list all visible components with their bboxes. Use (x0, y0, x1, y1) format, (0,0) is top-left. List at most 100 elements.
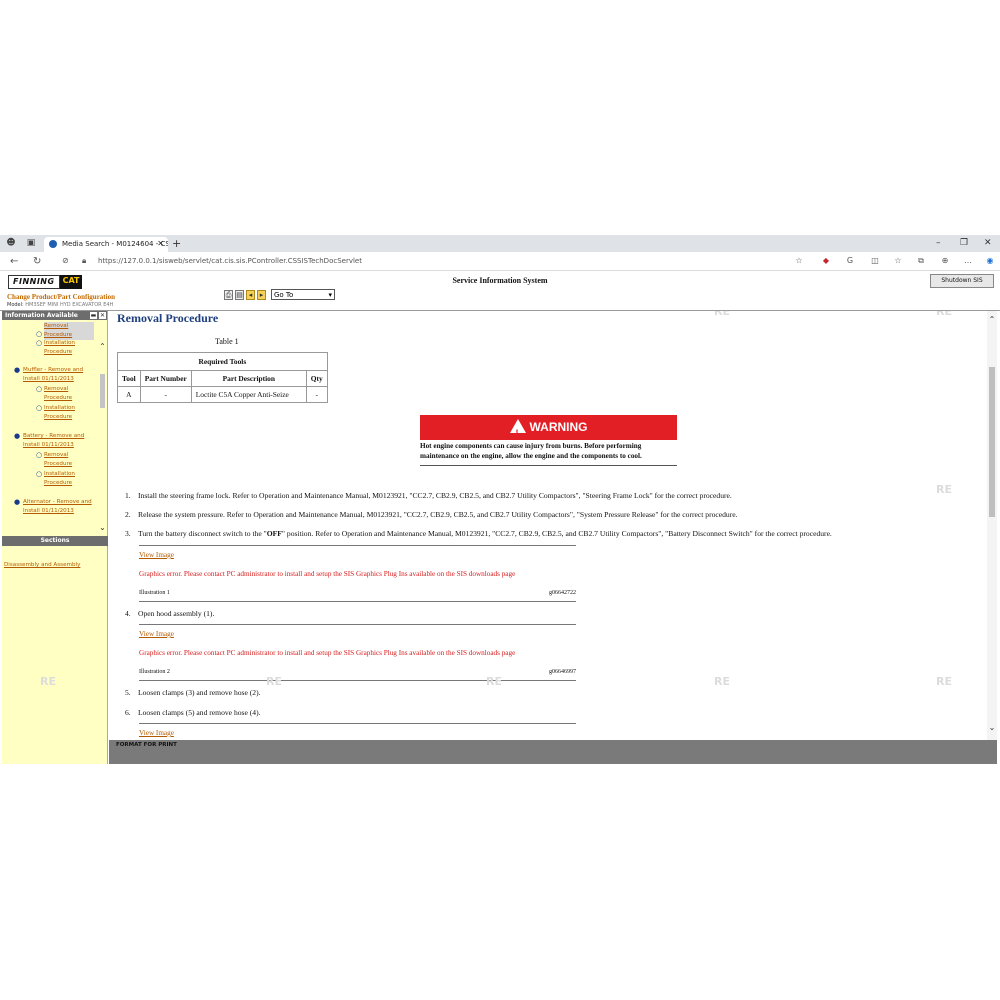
warning-banner: ! WARNING (420, 415, 677, 440)
window-close-icon[interactable]: ✕ (984, 238, 992, 248)
pane-minimize-icon[interactable]: ▬ (90, 312, 97, 319)
view-image-link[interactable]: View Image (139, 551, 174, 559)
view-image-link[interactable]: View Image (139, 729, 174, 737)
watermark: RE (486, 675, 502, 688)
content-scrollbar[interactable]: ⌃ ⌄ (987, 311, 997, 740)
tree-item[interactable]: Battery - Remove and Install 01/11/2013 (23, 432, 91, 450)
change-configuration-link[interactable]: Change Product/Part Configuration (7, 293, 115, 301)
illustration-caption: Illustration 2 g06646997 (139, 669, 576, 681)
document-icon[interactable]: ▤ (235, 289, 244, 300)
tab-close-icon[interactable]: ✕ (157, 239, 164, 248)
scroll-up-icon[interactable]: ⌃ (987, 315, 997, 324)
tree-bullet: ● (14, 498, 21, 506)
procedure-step: 5. Loosen clamps (3) and remove hose (2). (125, 688, 261, 697)
profile-icon[interactable]: ☻ (6, 238, 16, 248)
warning-text: Hot engine components can cause injury f… (420, 442, 677, 466)
tree-scrollbar[interactable]: ⌃ ⌄ (98, 342, 107, 532)
extension-icon[interactable]: ◆ (821, 256, 831, 266)
illustration-label: Illustration 1 (139, 590, 170, 596)
watermark: RE (936, 311, 952, 318)
tree-item[interactable]: Removal Procedure (44, 385, 92, 403)
tree-bullet: ○ (36, 451, 43, 459)
column-header: Tool (117, 370, 141, 387)
watermark: RE (266, 675, 282, 688)
step-number: 5. (125, 688, 131, 697)
new-tab-icon[interactable]: + (172, 237, 181, 250)
model-label: Model: (7, 302, 24, 308)
tree-item[interactable]: Removal Procedure (44, 322, 94, 340)
site-info-icon[interactable]: ⊘ (62, 256, 69, 265)
refresh-icon[interactable]: ↻ (33, 256, 41, 267)
model-value: HM3SEF MINI HYD EXCAVATOR E4H (25, 302, 114, 308)
scroll-down-icon[interactable]: ⌄ (98, 523, 107, 532)
content-scroll-thumb[interactable] (989, 367, 995, 517)
more-menu-icon[interactable]: … (963, 256, 973, 266)
goto-select[interactable]: Go To ▾ (271, 289, 335, 300)
tree-bullet: ● (14, 432, 21, 440)
warning-triangle-icon: ! (509, 419, 526, 438)
scroll-down-icon[interactable]: ⌄ (987, 723, 997, 732)
table-cell: Loctite C5A Copper Anti-Seize (190, 386, 307, 403)
print-icon[interactable]: ⎙ (224, 289, 233, 300)
tree-bullet: ○ (36, 385, 43, 393)
watermark: RE (714, 311, 730, 318)
browser-tab-bar: ☻ ▣ Media Search - M0124604 - CS... ✕ + … (0, 235, 1000, 252)
watermark: RE (40, 675, 56, 688)
tree-scroll-thumb[interactable] (100, 374, 105, 408)
reload-extension-icon[interactable]: G (845, 256, 855, 266)
back-icon[interactable]: ← (10, 256, 18, 267)
illustration-code: g06646997 (549, 669, 576, 675)
scroll-up-icon[interactable]: ⌃ (98, 342, 107, 351)
page-title: Removal Procedure (117, 311, 219, 325)
favorites-icon[interactable]: ☆ (893, 256, 903, 266)
procedure-step: 4. Open hood assembly (1). (125, 609, 214, 618)
pane-close-icon[interactable]: ✕ (99, 312, 106, 319)
minimize-icon[interactable]: – (936, 238, 941, 248)
previous-arrow-icon[interactable]: ◂ (246, 289, 255, 300)
next-arrow-icon[interactable]: ▸ (257, 289, 266, 300)
step-text: Open hood assembly (1). (138, 609, 215, 618)
tree-item[interactable]: Installation Procedure (44, 404, 92, 422)
tab-title: Media Search - M0124604 - CS... (62, 240, 168, 248)
information-available-header: Information Available ▬ ✕ (2, 311, 107, 320)
procedure-step: 2. Release the system pressure. Refer to … (125, 510, 738, 519)
illustration-label: Illustration 2 (139, 669, 170, 675)
restore-icon[interactable]: ❐ (960, 238, 968, 248)
graphics-error: Graphics error. Please contact PC admini… (139, 649, 516, 657)
step-text: Loosen clamps (3) and remove hose (2). (138, 688, 261, 697)
tree-item[interactable]: Muffler - Remove and Install 01/11/2013 (23, 366, 91, 384)
watermark: RE (936, 675, 952, 688)
table-cell: - (305, 386, 328, 403)
section-link[interactable]: Disassembly and Assembly (4, 562, 80, 568)
illustration-code: g06642722 (549, 590, 576, 596)
profile-sync-icon[interactable]: ⊕ (940, 256, 950, 266)
tree-bullet: ○ (36, 470, 43, 478)
required-tools-table: Required Tools Tool Part Number Part Des… (117, 352, 328, 403)
procedure-step: 6. Loosen clamps (5) and remove hose (4). (125, 708, 261, 717)
split-screen-icon[interactable]: ◫ (870, 256, 880, 266)
step-number: 6. (125, 708, 131, 717)
step-text-bold: OFF (266, 529, 282, 538)
illustration-caption: Illustration 1 g06642722 (139, 590, 576, 602)
table-cell: - (139, 386, 192, 403)
screenshot: ☻ ▣ Media Search - M0124604 - CS... ✕ + … (0, 235, 1000, 764)
browser-tab[interactable]: Media Search - M0124604 - CS... ✕ (44, 237, 168, 252)
chevron-down-icon: ▾ (328, 291, 332, 299)
procedure-step: 1. Install the steering frame lock. Refer… (125, 491, 732, 500)
copilot-icon[interactable]: ◉ (985, 256, 995, 266)
view-image-link[interactable]: View Image (139, 630, 174, 638)
tree-item[interactable]: Installation Procedure (44, 339, 92, 357)
favorite-star-icon[interactable]: ☆ (794, 256, 804, 266)
tree-item[interactable]: Installation Procedure (44, 470, 92, 488)
url-field[interactable]: https://127.0.0.1/sisweb/servlet/cat.cis… (98, 257, 362, 265)
table-title: Required Tools (117, 352, 328, 371)
format-for-print-link[interactable]: FORMAT FOR PRINT (116, 742, 177, 748)
model-line: Model: HM3SEF MINI HYD EXCAVATOR E4H (7, 302, 113, 308)
tree-item[interactable]: Removal Procedure (44, 451, 92, 469)
pane-title: Information Available (5, 312, 78, 319)
collections-icon[interactable]: ⧉ (916, 256, 926, 266)
tree-item[interactable]: Alternator - Remove and Install 01/11/20… (23, 498, 97, 516)
shutdown-sis-button[interactable]: Shutdown SIS (930, 274, 994, 288)
tree-bullet: ○ (36, 339, 43, 347)
tab-actions-icon[interactable]: ▣ (26, 238, 36, 248)
